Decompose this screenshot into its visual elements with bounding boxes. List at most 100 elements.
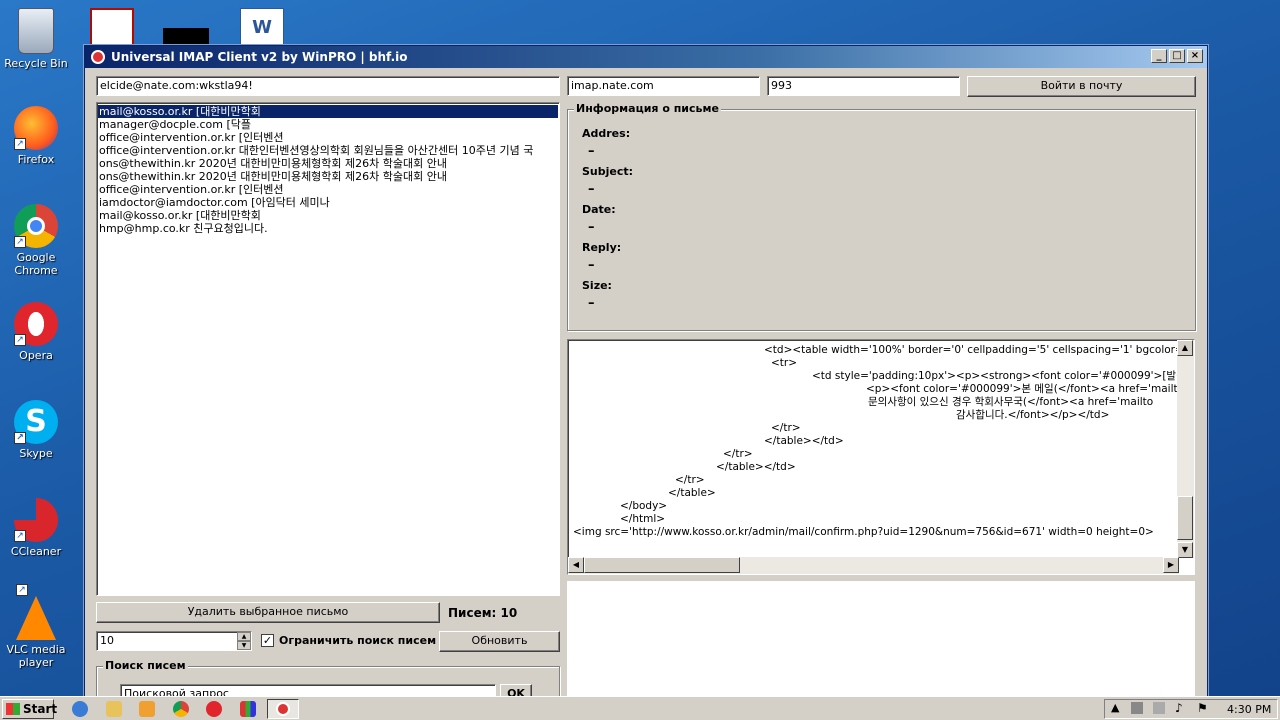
start-label: Start xyxy=(23,702,58,716)
reply-label: Reply: xyxy=(582,241,622,254)
port-input[interactable]: 993 xyxy=(767,76,960,96)
close-button[interactable]: × xyxy=(1187,49,1203,63)
server-input[interactable]: imap.nate.com xyxy=(567,76,760,96)
taskbar: Start ▲ ♪ ⚑ 4:30 PM xyxy=(0,696,1280,720)
source-line: <td style='padding:10px'><p><strong><fon… xyxy=(812,370,1195,382)
media-player-icon[interactable] xyxy=(139,701,155,717)
scroll-down-icon[interactable]: ▼ xyxy=(1177,542,1193,558)
source-line: </tr> xyxy=(675,474,705,486)
window-titlebar: Universal IMAP Client v2 by WinPRO | bhf… xyxy=(85,46,1207,68)
network-icon[interactable] xyxy=(1131,702,1143,714)
mail-source-view[interactable]: <td><table width='100%' border='0' cellp… xyxy=(567,339,1195,575)
source-line: </table> xyxy=(668,487,716,499)
ie-icon[interactable] xyxy=(72,701,88,717)
source-line: <p><font color='#000099'>본 메일(</font><a … xyxy=(866,383,1195,395)
winrar-icon[interactable] xyxy=(240,701,256,717)
limit-checkbox-label: Ограничить поиск писем xyxy=(279,634,437,647)
desktop-icon-label: Firefox xyxy=(17,153,55,166)
skype-icon[interactable]: S ↗ Skype xyxy=(0,400,72,460)
list-item[interactable]: ons@thewithin.kr 2020년 대한비만미용체형학회 제26차 학… xyxy=(98,157,558,170)
delete-mail-button[interactable]: Удалить выбранное письмо xyxy=(96,602,440,623)
list-item[interactable]: mail@kosso.or.kr [대한비만학회 xyxy=(98,209,558,222)
spin-down-icon[interactable]: ▼ xyxy=(237,641,251,650)
imap-client-taskbar-button[interactable] xyxy=(267,699,299,719)
list-item[interactable]: iamdoctor@iamdoctor.com [아임닥터 세미나 xyxy=(98,196,558,209)
spin-up-icon[interactable]: ▲ xyxy=(237,632,251,641)
word-file-icon[interactable]: W xyxy=(240,8,284,48)
source-line: </table></td> xyxy=(716,461,796,473)
scroll-left-icon[interactable]: ◀ xyxy=(568,557,584,573)
source-line: </tr> xyxy=(723,448,753,460)
search-group-title: Поиск писем xyxy=(103,659,188,672)
firefox-icon[interactable]: ↗ Firefox xyxy=(0,106,72,166)
horizontal-scroll-thumb[interactable] xyxy=(584,557,740,573)
source-line: </html> xyxy=(620,513,666,525)
vertical-scrollbar[interactable]: ▲ ▼ xyxy=(1177,340,1194,558)
login-button[interactable]: Войти в почту xyxy=(967,76,1196,97)
source-line: 감사합니다.</font></p></td> xyxy=(956,409,1110,421)
explorer-icon[interactable] xyxy=(106,701,122,717)
list-item[interactable]: office@intervention.or.kr [인터벤션 xyxy=(98,183,558,196)
refresh-button[interactable]: Обновить xyxy=(439,631,560,652)
credentials-input[interactable]: elcide@nate.com:wkstla94! xyxy=(96,76,560,96)
volume-icon[interactable]: ♪ xyxy=(1175,701,1183,715)
list-item[interactable]: mail@kosso.or.kr [대한비만학회 xyxy=(98,105,558,118)
display-icon[interactable] xyxy=(1153,702,1165,714)
scroll-up-icon[interactable]: ▲ xyxy=(1177,340,1193,356)
desktop-icon-label: Opera xyxy=(19,349,53,362)
clock[interactable]: 4:30 PM xyxy=(1227,703,1271,716)
mail-info-title: Информация о письме xyxy=(574,102,721,115)
date-label: Date: xyxy=(582,203,616,216)
horizontal-scrollbar[interactable]: ◀ ▶ xyxy=(568,557,1179,574)
opera-taskbar-icon[interactable] xyxy=(206,701,222,717)
desktop-icon-label: Skype xyxy=(19,447,53,460)
source-line: <td><table width='100%' border='0' cellp… xyxy=(764,344,1195,356)
vertical-scroll-thumb[interactable] xyxy=(1177,496,1193,540)
minimize-button[interactable]: _ xyxy=(1151,49,1167,63)
start-button[interactable]: Start xyxy=(2,699,58,719)
chrome-icon[interactable]: ↗ Google Chrome xyxy=(0,204,72,277)
ccleaner-icon[interactable]: ↗ CCleaner xyxy=(0,498,72,558)
reply-value: – xyxy=(588,258,595,273)
subject-label: Subject: xyxy=(582,165,634,178)
vlc-icon[interactable]: ↗ VLC media player xyxy=(0,584,72,669)
limit-input[interactable]: 10 ▲ ▼ xyxy=(96,631,252,651)
list-item[interactable]: office@intervention.or.kr 대한인터벤션영상의학회 회원… xyxy=(98,144,558,157)
windows-logo-icon xyxy=(6,703,20,715)
size-label: Size: xyxy=(582,279,612,292)
source-line: </tr> xyxy=(771,422,801,434)
source-line: </table></td> xyxy=(764,435,844,447)
mail-info-group: Информация о письме Addres: – Subject: –… xyxy=(567,102,1196,331)
address-label: Addres: xyxy=(582,127,631,140)
action-center-flag-icon[interactable]: ⚑ xyxy=(1197,701,1208,715)
opera-icon[interactable]: ↗ Opera xyxy=(0,302,72,362)
mail-count-label: Писем: 10 xyxy=(448,606,518,620)
date-value: – xyxy=(588,220,595,235)
list-item[interactable]: ons@thewithin.kr 2020년 대한비만미용체형학회 제26차 학… xyxy=(98,170,558,183)
scroll-right-icon[interactable]: ▶ xyxy=(1163,557,1179,573)
desktop-icon-label: CCleaner xyxy=(10,545,62,558)
source-line: <img src='http://www.kosso.or.kr/admin/m… xyxy=(573,526,1154,538)
pdf-file-icon[interactable] xyxy=(90,8,134,48)
address-value: – xyxy=(588,144,595,159)
system-tray: ▲ ♪ ⚑ 4:30 PM xyxy=(1104,699,1278,719)
list-item[interactable]: manager@docple.com [닥플 xyxy=(98,118,558,131)
source-line: </body> xyxy=(620,500,668,512)
mail-list[interactable]: mail@kosso.or.kr [대한비만학회 manager@docple.… xyxy=(96,102,560,596)
maximize-button[interactable]: □ xyxy=(1169,49,1185,63)
recycle-bin-icon[interactable]: Recycle Bin xyxy=(0,8,72,70)
limit-spinner[interactable]: ▲ ▼ xyxy=(237,632,251,650)
limit-value: 10 xyxy=(100,634,114,647)
size-value: – xyxy=(588,296,595,311)
chrome-taskbar-icon[interactable] xyxy=(173,701,189,717)
app-icon xyxy=(91,50,105,64)
imap-client-icon xyxy=(276,702,290,716)
app-window: Universal IMAP Client v2 by WinPRO | bhf… xyxy=(84,45,1208,706)
source-line: 문의사항이 있으신 경우 학회사무국(</font><a href='mailt… xyxy=(868,396,1154,408)
desktop-icon-label: Recycle Bin xyxy=(4,57,68,70)
limit-checkbox[interactable]: ✓ xyxy=(261,634,274,647)
show-hidden-icons-icon[interactable]: ▲ xyxy=(1111,701,1119,714)
desktop-icon-label: Google Chrome xyxy=(14,251,58,277)
list-item[interactable]: office@intervention.or.kr [인터벤션 xyxy=(98,131,558,144)
list-item[interactable]: hmp@hmp.co.kr 친구요청입니다. xyxy=(98,222,558,235)
